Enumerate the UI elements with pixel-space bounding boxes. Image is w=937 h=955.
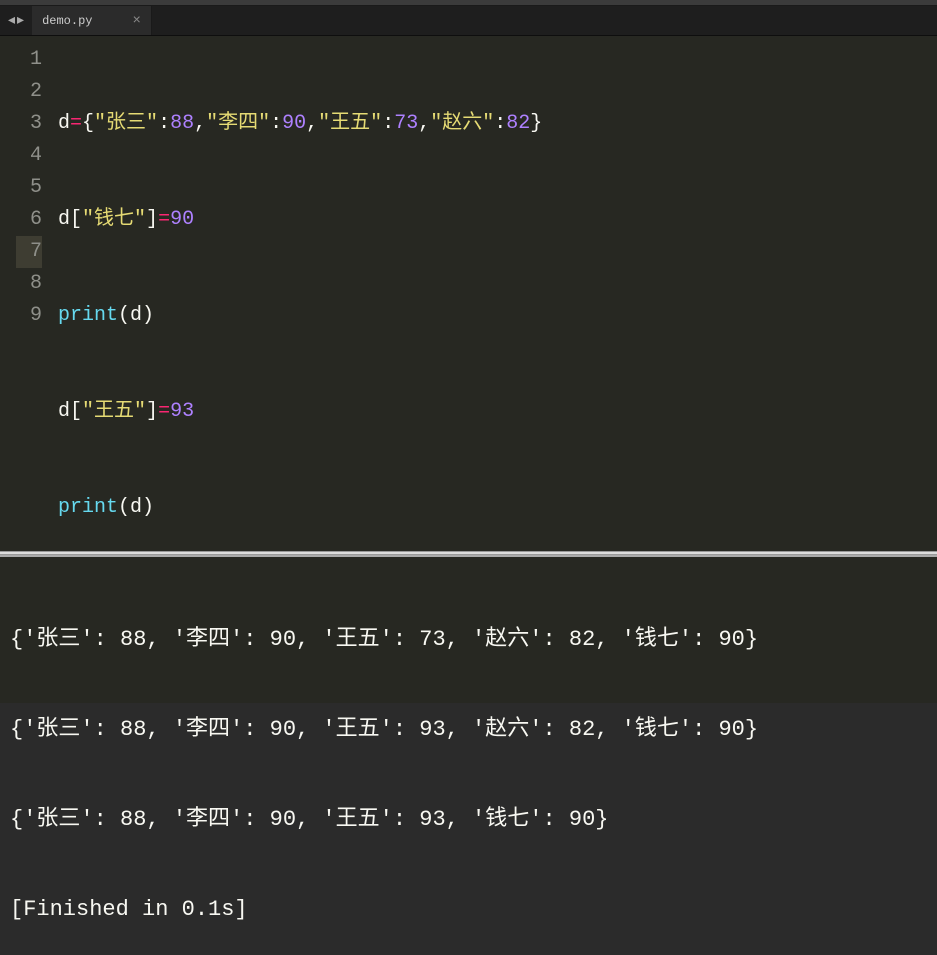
function: print [58, 496, 118, 519]
line-number: 9 [16, 300, 42, 332]
colon: : [158, 112, 170, 135]
variable: d [58, 208, 70, 231]
output-line: {'张三': 88, '李四': 90, '王五': 93, '赵六': 82,… [10, 715, 927, 745]
brace: { [82, 112, 94, 135]
output-line: {'张三': 88, '李四': 90, '王五': 73, '赵六': 82,… [10, 625, 927, 655]
number: 90 [170, 208, 194, 231]
output-panel: {'张三': 88, '李四': 90, '王五': 73, '赵六': 82,… [0, 555, 937, 703]
paren: ( [118, 304, 130, 327]
number: 88 [170, 112, 194, 135]
paren: ) [142, 304, 154, 327]
comma: , [306, 112, 318, 135]
string: "张三" [94, 112, 158, 135]
operator: = [158, 400, 170, 423]
comma: , [418, 112, 430, 135]
variable: d [58, 112, 70, 135]
nav-back-icon[interactable]: ◂ [8, 12, 15, 29]
variable: d [130, 496, 142, 519]
bracket: ] [146, 208, 158, 231]
code-line[interactable]: print(d) [50, 300, 937, 332]
bracket: ] [146, 400, 158, 423]
output-line: {'张三': 88, '李四': 90, '王五': 93, '钱七': 90} [10, 805, 927, 835]
comma: , [194, 112, 206, 135]
line-number: 6 [16, 204, 42, 236]
brace: } [530, 112, 542, 135]
paren: ) [142, 496, 154, 519]
string: "李四" [206, 112, 270, 135]
code-line[interactable]: d["王五"]=93 [50, 396, 937, 428]
string: "王五" [82, 400, 146, 423]
colon: : [270, 112, 282, 135]
line-gutter: 1 2 3 4 5 6 7 8 9 [0, 36, 50, 551]
number: 93 [170, 400, 194, 423]
code-line[interactable]: d["钱七"]=90 [50, 204, 937, 236]
colon: : [382, 112, 394, 135]
tab-bar: ◂ ▸ demo.py × [0, 6, 937, 36]
line-number: 2 [16, 76, 42, 108]
string: "赵六" [430, 112, 494, 135]
nav-arrows: ◂ ▸ [0, 12, 32, 29]
variable: d [130, 304, 142, 327]
code-line[interactable]: print(d) [50, 492, 937, 524]
bracket: [ [70, 208, 82, 231]
code-area[interactable]: d={"张三":88,"李四":90,"王五":73,"赵六":82} d["钱… [50, 36, 937, 551]
operator: = [70, 112, 82, 135]
editor[interactable]: 1 2 3 4 5 6 7 8 9 d={"张三":88,"李四":90,"王五… [0, 36, 937, 551]
line-number: 8 [16, 268, 42, 300]
output-status: [Finished in 0.1s] [10, 895, 927, 925]
code-line[interactable]: d={"张三":88,"李四":90,"王五":73,"赵六":82} [50, 108, 937, 140]
function: print [58, 304, 118, 327]
paren: ( [118, 496, 130, 519]
nav-forward-icon[interactable]: ▸ [17, 12, 24, 29]
line-number: 1 [16, 44, 42, 76]
variable: d [58, 400, 70, 423]
colon: : [494, 112, 506, 135]
bracket: [ [70, 400, 82, 423]
file-tab[interactable]: demo.py × [32, 6, 152, 35]
line-number: 5 [16, 172, 42, 204]
number: 73 [394, 112, 418, 135]
number: 82 [506, 112, 530, 135]
line-number: 4 [16, 140, 42, 172]
line-number: 7 [16, 236, 42, 268]
file-tab-title: demo.py [42, 14, 92, 28]
string: "钱七" [82, 208, 146, 231]
string: "王五" [318, 112, 382, 135]
line-number: 3 [16, 108, 42, 140]
number: 90 [282, 112, 306, 135]
close-icon[interactable]: × [132, 14, 140, 28]
operator: = [158, 208, 170, 231]
